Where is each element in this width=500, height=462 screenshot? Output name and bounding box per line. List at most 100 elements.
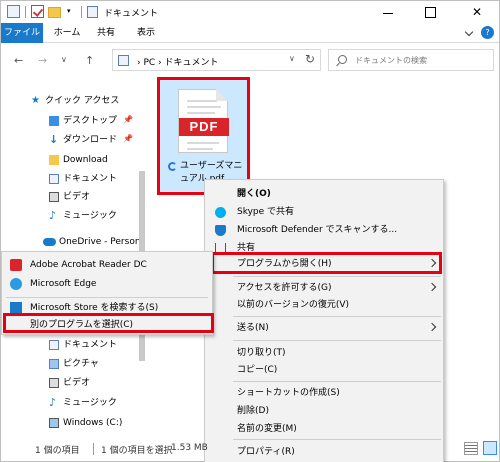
sidebar-item-label: ダウンロード: [63, 135, 118, 145]
recent-locations-button[interactable]: ∨: [61, 55, 67, 64]
sidebar-item-c-drive[interactable]: Windows (C:): [49, 415, 123, 431]
submenu-item-label: Microsoft Store を検索する(S): [30, 303, 159, 313]
sidebar-item-label: OneDrive - Person: [59, 237, 141, 247]
menu-item-restore-versions[interactable]: 以前のバージョンの復元(V): [205, 295, 443, 315]
properties-icon[interactable]: [7, 5, 20, 18]
menu-item-copy[interactable]: コピー(C): [205, 360, 443, 380]
pin-icon[interactable]: 📌: [123, 134, 133, 143]
cloud-icon: [43, 238, 56, 246]
refresh-icon[interactable]: ↻: [305, 52, 315, 66]
address-dropdown-icon[interactable]: ∨: [289, 54, 295, 63]
context-menu: 開く(O) Skype で共有 Microsoft Defender でスキャン…: [204, 179, 444, 462]
menu-item-label: アクセスを許可する(G): [237, 283, 332, 293]
text-line: [187, 112, 215, 114]
tab-file[interactable]: ファイル: [1, 23, 43, 43]
expand-ribbon-icon[interactable]: [463, 27, 475, 39]
submenu-item-label: Adobe Acrobat Reader DC: [30, 260, 147, 270]
pin-icon[interactable]: 📌: [123, 115, 133, 124]
tab-view[interactable]: 表示: [129, 23, 163, 43]
menu-item-open[interactable]: 開く(O): [205, 184, 443, 204]
menu-item-label: Microsoft Defender でスキャンする...: [237, 225, 398, 235]
maximize-button[interactable]: [415, 4, 445, 20]
text-line: [187, 106, 221, 108]
submenu-item-acrobat[interactable]: Adobe Acrobat Reader DC: [2, 255, 212, 275]
large-icons-view-icon[interactable]: [483, 441, 497, 455]
back-button[interactable]: ←: [14, 54, 23, 67]
address-bar[interactable]: › PC › ドキュメント ∨ ↻: [112, 49, 321, 71]
search-input[interactable]: [355, 53, 489, 67]
document-icon: [49, 174, 59, 184]
edge-icon: [10, 278, 22, 290]
acrobat-icon: [10, 259, 22, 271]
sidebar-item-onedrive[interactable]: OneDrive - Person: [43, 234, 141, 250]
new-folder-icon[interactable]: [48, 7, 61, 18]
window-title: ドキュメント: [104, 9, 159, 19]
title-bar: ▾ ドキュメント ✕: [1, 1, 499, 23]
sidebar-item-downloads[interactable]: ↓ ダウンロード: [49, 132, 118, 148]
search-box[interactable]: [328, 49, 494, 71]
menu-item-create-shortcut[interactable]: ショートカットの作成(S): [205, 383, 443, 403]
open-with-highlight: [211, 252, 442, 274]
tab-home[interactable]: ホーム: [47, 23, 87, 43]
submenu-item-label: Microsoft Edge: [30, 279, 97, 289]
details-view-icon[interactable]: [464, 442, 478, 455]
sidebar-item-videos[interactable]: ビデオ: [49, 189, 90, 205]
menu-item-label: Skype で共有: [237, 207, 295, 217]
sidebar-item-label: ドキュメント: [63, 340, 118, 350]
sidebar-item-music[interactable]: ♪ ミュージック: [49, 208, 117, 224]
sidebar-item-label: Windows (C:): [63, 418, 123, 428]
customize-toolbar-icon[interactable]: ▾: [67, 7, 71, 15]
sidebar-item-pc-videos[interactable]: ビデオ: [49, 375, 91, 391]
menu-item-defender-scan[interactable]: Microsoft Defender でスキャンする...: [205, 220, 443, 240]
pdf-file-icon: PDF: [178, 89, 229, 153]
help-icon[interactable]: ?: [481, 26, 494, 39]
menu-item-label: 開く(O): [237, 189, 271, 199]
menu-item-label: コピー(C): [237, 365, 278, 375]
up-button[interactable]: ↑: [85, 54, 94, 67]
menu-divider: [233, 381, 441, 382]
folder-icon: [118, 55, 129, 66]
shield-icon: [215, 225, 226, 236]
menu-item-label: 送る(N): [237, 323, 269, 333]
sidebar-item-label: ビデオ: [63, 378, 91, 388]
forward-button[interactable]: →: [38, 54, 47, 67]
sidebar-item-documents[interactable]: ドキュメント: [49, 171, 117, 187]
sidebar-item-label: ミュージック: [63, 211, 117, 221]
sidebar-item-label: Download: [63, 155, 108, 165]
sidebar-item-desktop[interactable]: デスクトップ: [49, 113, 118, 129]
minimize-button[interactable]: [373, 4, 403, 20]
submenu-item-edge[interactable]: Microsoft Edge: [2, 274, 212, 294]
pdf-file-item[interactable]: PDF ユーザーズマニュアル.pdf: [157, 77, 250, 195]
menu-item-label: 名前の変更(M): [237, 424, 297, 434]
menu-item-skype-share[interactable]: Skype で共有: [205, 202, 443, 222]
text-line: [187, 148, 213, 150]
download-arrow-icon: ↓: [49, 133, 59, 146]
sidebar-item-quick-access[interactable]: ★ クイック アクセス: [31, 93, 120, 109]
choose-app-highlight: [3, 313, 214, 333]
sidebar-item-pc-music[interactable]: ♪ ミュージック: [49, 395, 117, 411]
divider: [81, 6, 82, 18]
text-line: [187, 142, 219, 144]
sidebar-item-download-folder[interactable]: Download: [49, 152, 108, 168]
menu-item-label: 削除(D): [237, 406, 269, 416]
menu-item-rename[interactable]: 名前の変更(M): [205, 419, 443, 439]
sidebar-item-label: デスクトップ: [63, 116, 118, 126]
menu-item-label: 切り取り(T): [237, 348, 286, 358]
text-line: [187, 100, 217, 102]
folder-icon: [49, 155, 59, 165]
item-count: 1 個の項目: [35, 446, 80, 456]
status-bar: 1 個の項目 1 個の項目を選択 1.53 MB: [1, 437, 499, 461]
close-button[interactable]: ✕: [459, 4, 495, 20]
star-icon: ★: [31, 95, 40, 106]
sidebar-item-label: クイック アクセス: [45, 96, 120, 106]
tab-share[interactable]: 共有: [89, 23, 123, 43]
check-icon[interactable]: [31, 5, 44, 18]
sidebar-item-pictures[interactable]: ピクチャ: [49, 356, 99, 372]
video-icon: [49, 378, 59, 388]
menu-item-delete[interactable]: 削除(D): [205, 401, 443, 421]
sidebar-item-pc-documents[interactable]: ドキュメント: [49, 337, 118, 353]
address-path[interactable]: › PC › ドキュメント: [137, 55, 219, 68]
divider: [93, 443, 94, 455]
documents-folder-icon: [87, 6, 98, 18]
menu-item-send-to[interactable]: 送る(N): [205, 318, 443, 338]
